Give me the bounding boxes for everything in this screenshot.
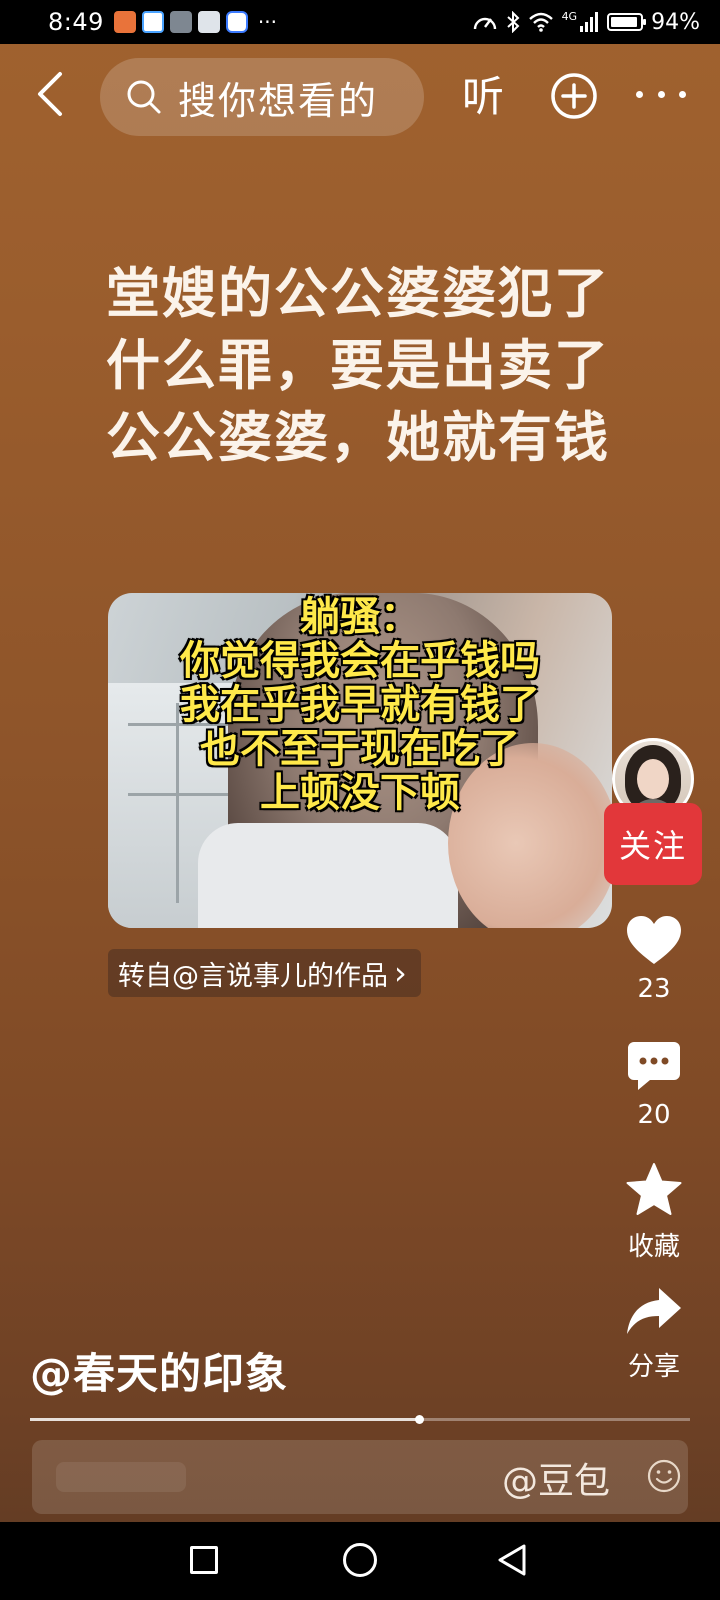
share-label: 分享 <box>627 1352 680 1382</box>
notification-app-icon <box>197 11 220 33</box>
share-arrow-icon <box>627 1288 681 1334</box>
comment-placeholder <box>56 1462 186 1492</box>
battery-icon <box>607 13 647 31</box>
post-text-line: 什么罪，要是出卖了 <box>106 334 610 397</box>
more-notifications-indicator: ··· <box>257 10 277 34</box>
search-input[interactable]: 搜你想看的 <box>100 58 424 136</box>
share-button[interactable]: 分享 <box>612 1286 696 1383</box>
system-nav-bar <box>0 1522 720 1600</box>
more-dot <box>679 90 686 98</box>
search-icon <box>127 80 161 114</box>
search-placeholder: 搜你想看的 <box>178 78 379 123</box>
heart-icon <box>627 916 681 964</box>
notification-app-icon <box>113 11 136 33</box>
comment-bubble-icon <box>628 1042 680 1090</box>
notification-app-icon <box>225 11 248 33</box>
post-text-line: 堂嫂的公公婆婆犯了 <box>106 262 610 325</box>
add-button[interactable] <box>550 72 598 120</box>
status-time: 8:49 <box>48 8 104 36</box>
video-caption-line: 我在乎我早就有钱了 <box>180 682 540 728</box>
repost-source-label: 转自@言说事儿的作品 <box>118 960 388 992</box>
back-arrow-icon <box>38 72 62 116</box>
notification-app-icon <box>169 11 192 33</box>
like-button[interactable]: 23 <box>612 914 696 1004</box>
chevron-right-icon: › <box>394 954 407 992</box>
post-text-line: 公公婆婆，她就有钱 <box>106 406 610 469</box>
battery-percent: 94% <box>651 9 700 35</box>
emoji-icon[interactable] <box>646 1458 682 1494</box>
signal-icon <box>580 12 599 32</box>
speed-icon <box>473 17 496 30</box>
network-type: 4G <box>561 9 578 23</box>
author-name[interactable]: @春天的印象 <box>30 1340 288 1401</box>
like-count: 23 <box>637 974 671 1004</box>
video-person-shirt <box>198 823 458 928</box>
plus-circle-icon <box>551 73 597 119</box>
status-indicators: 4G 94% <box>472 10 700 35</box>
more-dot <box>657 90 665 98</box>
home-button[interactable] <box>343 1543 377 1577</box>
status-bar: 8:49 ··· 4G 94% <box>0 0 720 44</box>
comment-count: 20 <box>637 1100 671 1130</box>
embedded-video-card[interactable]: 躺骚： 你觉得我会在乎钱吗 我在乎我早就有钱了 也不至于现在吃了 上顿没下顿 <box>108 593 612 928</box>
more-dot <box>636 90 643 98</box>
video-captions: 躺骚： 你觉得我会在乎钱吗 我在乎我早就有钱了 也不至于现在吃了 上顿没下顿 <box>108 595 612 815</box>
back-button[interactable] <box>26 70 74 118</box>
wifi-icon <box>528 12 553 32</box>
video-caption-line: 也不至于现在吃了 <box>200 726 520 772</box>
bluetooth-icon <box>506 11 520 33</box>
listen-button[interactable]: 听 <box>462 70 504 124</box>
video-caption-line: 躺骚： <box>300 594 420 640</box>
star-icon <box>626 1163 682 1215</box>
video-progress-bar[interactable] <box>30 1415 690 1424</box>
progress-fill <box>30 1418 420 1421</box>
top-nav: 搜你想看的 听 <box>0 44 720 154</box>
video-caption-line: 上顿没下顿 <box>260 770 460 816</box>
more-options-button[interactable] <box>636 74 686 114</box>
battery-level <box>611 17 638 27</box>
video-caption-line: 你觉得我会在乎钱吗 <box>180 638 540 684</box>
favorite-button[interactable]: 收藏 <box>612 1162 696 1263</box>
app-screen: 8:49 ··· 4G 94% 搜你想看的 听 堂嫂的公公婆婆犯了 什么罪，要是… <box>0 0 720 1600</box>
favorite-label: 收藏 <box>627 1232 680 1262</box>
comment-input[interactable]: @豆包 <box>32 1440 688 1514</box>
comment-button[interactable]: 20 <box>612 1040 696 1130</box>
follow-button[interactable]: 关注 <box>604 803 702 885</box>
mention-button[interactable]: @豆包 <box>502 1452 610 1504</box>
notification-app-icon <box>141 11 164 33</box>
post-text: 堂嫂的公公婆婆犯了 什么罪，要是出卖了 公公婆婆，她就有钱 <box>106 258 626 474</box>
progress-handle[interactable] <box>415 1415 425 1424</box>
system-back-button[interactable] <box>494 1542 530 1578</box>
repost-source-link[interactable]: 转自@言说事儿的作品 › <box>108 949 421 997</box>
recent-apps-button[interactable] <box>190 1546 218 1574</box>
